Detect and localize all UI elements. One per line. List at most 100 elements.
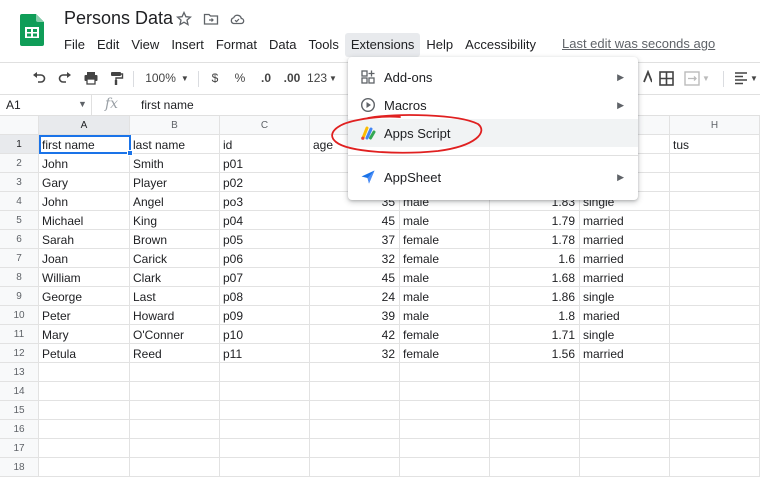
row-header[interactable]: 18 <box>0 458 39 477</box>
cell-b11[interactable]: O'Conner <box>130 325 220 344</box>
cell-d6[interactable]: 37 <box>310 230 400 249</box>
cell-b17[interactable] <box>130 439 220 458</box>
cell-c17[interactable] <box>220 439 310 458</box>
cell-c5[interactable]: p04 <box>220 211 310 230</box>
cell-f5[interactable]: 1.79 <box>490 211 580 230</box>
cell-e17[interactable] <box>400 439 490 458</box>
select-all-corner[interactable] <box>0 116 39 135</box>
move-folder-icon[interactable] <box>203 11 219 27</box>
cell-h17[interactable] <box>670 439 760 458</box>
cell-g6[interactable]: married <box>580 230 670 249</box>
last-edit-link[interactable]: Last edit was seconds ago <box>562 36 715 51</box>
cell-b15[interactable] <box>130 401 220 420</box>
cell-g8[interactable]: married <box>580 268 670 287</box>
cell-b16[interactable] <box>130 420 220 439</box>
cell-b13[interactable] <box>130 363 220 382</box>
cell-d11[interactable]: 42 <box>310 325 400 344</box>
column-header-c[interactable]: C <box>220 116 310 135</box>
cell-g12[interactable]: married <box>580 344 670 363</box>
cell-e14[interactable] <box>400 382 490 401</box>
menu-item-appsheet[interactable]: AppSheet ▶ <box>348 163 638 191</box>
cell-c6[interactable]: p05 <box>220 230 310 249</box>
cell-b5[interactable]: King <box>130 211 220 230</box>
cell-a11[interactable]: Mary <box>39 325 130 344</box>
increase-decimal-button[interactable]: .00 <box>281 68 303 88</box>
document-title[interactable]: Persons Data <box>64 8 173 29</box>
row-header[interactable]: 17 <box>0 439 39 458</box>
cell-h2[interactable] <box>670 154 760 173</box>
cell-c3[interactable]: p02 <box>220 173 310 192</box>
cell-a8[interactable]: William <box>39 268 130 287</box>
cell-c9[interactable]: p08 <box>220 287 310 306</box>
cell-d16[interactable] <box>310 420 400 439</box>
cell-a5[interactable]: Michael <box>39 211 130 230</box>
cell-d13[interactable] <box>310 363 400 382</box>
cell-c10[interactable]: p09 <box>220 306 310 325</box>
cell-b8[interactable]: Clark <box>130 268 220 287</box>
currency-format-button[interactable]: $ <box>206 68 224 88</box>
cell-e5[interactable]: male <box>400 211 490 230</box>
row-header[interactable]: 14 <box>0 382 39 401</box>
cell-h9[interactable] <box>670 287 760 306</box>
menu-item-add-ons[interactable]: Add-ons ▶ <box>348 63 638 91</box>
cell-c2[interactable]: p01 <box>220 154 310 173</box>
menu-item-macros[interactable]: Macros ▶ <box>348 91 638 119</box>
paint-format-icon[interactable] <box>107 68 125 88</box>
cell-c13[interactable] <box>220 363 310 382</box>
cell-h4[interactable] <box>670 192 760 211</box>
menu-file[interactable]: File <box>58 33 91 57</box>
cell-f9[interactable]: 1.86 <box>490 287 580 306</box>
row-header[interactable]: 10 <box>0 306 39 325</box>
menu-data[interactable]: Data <box>263 33 302 57</box>
cell-a3[interactable]: Gary <box>39 173 130 192</box>
cell-h3[interactable] <box>670 173 760 192</box>
cell-b9[interactable]: Last <box>130 287 220 306</box>
cell-h1[interactable]: tus <box>670 135 760 154</box>
row-header[interactable]: 8 <box>0 268 39 287</box>
row-header[interactable]: 4 <box>0 192 39 211</box>
cell-g7[interactable]: married <box>580 249 670 268</box>
row-header[interactable]: 12 <box>0 344 39 363</box>
column-header-a[interactable]: A <box>39 116 130 135</box>
cell-a6[interactable]: Sarah <box>39 230 130 249</box>
row-header[interactable]: 11 <box>0 325 39 344</box>
row-header[interactable]: 15 <box>0 401 39 420</box>
cell-d8[interactable]: 45 <box>310 268 400 287</box>
cell-g15[interactable] <box>580 401 670 420</box>
cell-f10[interactable]: 1.8 <box>490 306 580 325</box>
star-icon[interactable] <box>176 11 192 27</box>
cell-h14[interactable] <box>670 382 760 401</box>
cell-g13[interactable] <box>580 363 670 382</box>
menu-extensions[interactable]: Extensions <box>344 33 421 57</box>
name-box-dropdown-icon[interactable]: ▼ <box>78 99 87 109</box>
cell-d7[interactable]: 32 <box>310 249 400 268</box>
menu-edit[interactable]: Edit <box>91 33 125 57</box>
cell-f14[interactable] <box>490 382 580 401</box>
cell-e6[interactable]: female <box>400 230 490 249</box>
row-header[interactable]: 2 <box>0 154 39 173</box>
row-header[interactable]: 9 <box>0 287 39 306</box>
cell-h15[interactable] <box>670 401 760 420</box>
cell-a16[interactable] <box>39 420 130 439</box>
cell-a4[interactable]: John <box>39 192 130 211</box>
cell-e9[interactable]: male <box>400 287 490 306</box>
cell-f18[interactable] <box>490 458 580 477</box>
cell-b12[interactable]: Reed <box>130 344 220 363</box>
row-header[interactable]: 1 <box>0 135 39 154</box>
cell-g14[interactable] <box>580 382 670 401</box>
cell-g16[interactable] <box>580 420 670 439</box>
menu-insert[interactable]: Insert <box>165 33 210 57</box>
cell-c15[interactable] <box>220 401 310 420</box>
cell-a13[interactable] <box>39 363 130 382</box>
cell-g5[interactable]: married <box>580 211 670 230</box>
borders-icon[interactable] <box>657 68 675 88</box>
cell-b4[interactable]: Angel <box>130 192 220 211</box>
row-header[interactable]: 5 <box>0 211 39 230</box>
cell-f12[interactable]: 1.56 <box>490 344 580 363</box>
cell-d5[interactable]: 45 <box>310 211 400 230</box>
row-header[interactable]: 3 <box>0 173 39 192</box>
menu-item-apps-script[interactable]: Apps Script <box>348 119 638 147</box>
text-color-icon[interactable] <box>640 68 652 88</box>
cell-b2[interactable]: Smith <box>130 154 220 173</box>
cell-e18[interactable] <box>400 458 490 477</box>
